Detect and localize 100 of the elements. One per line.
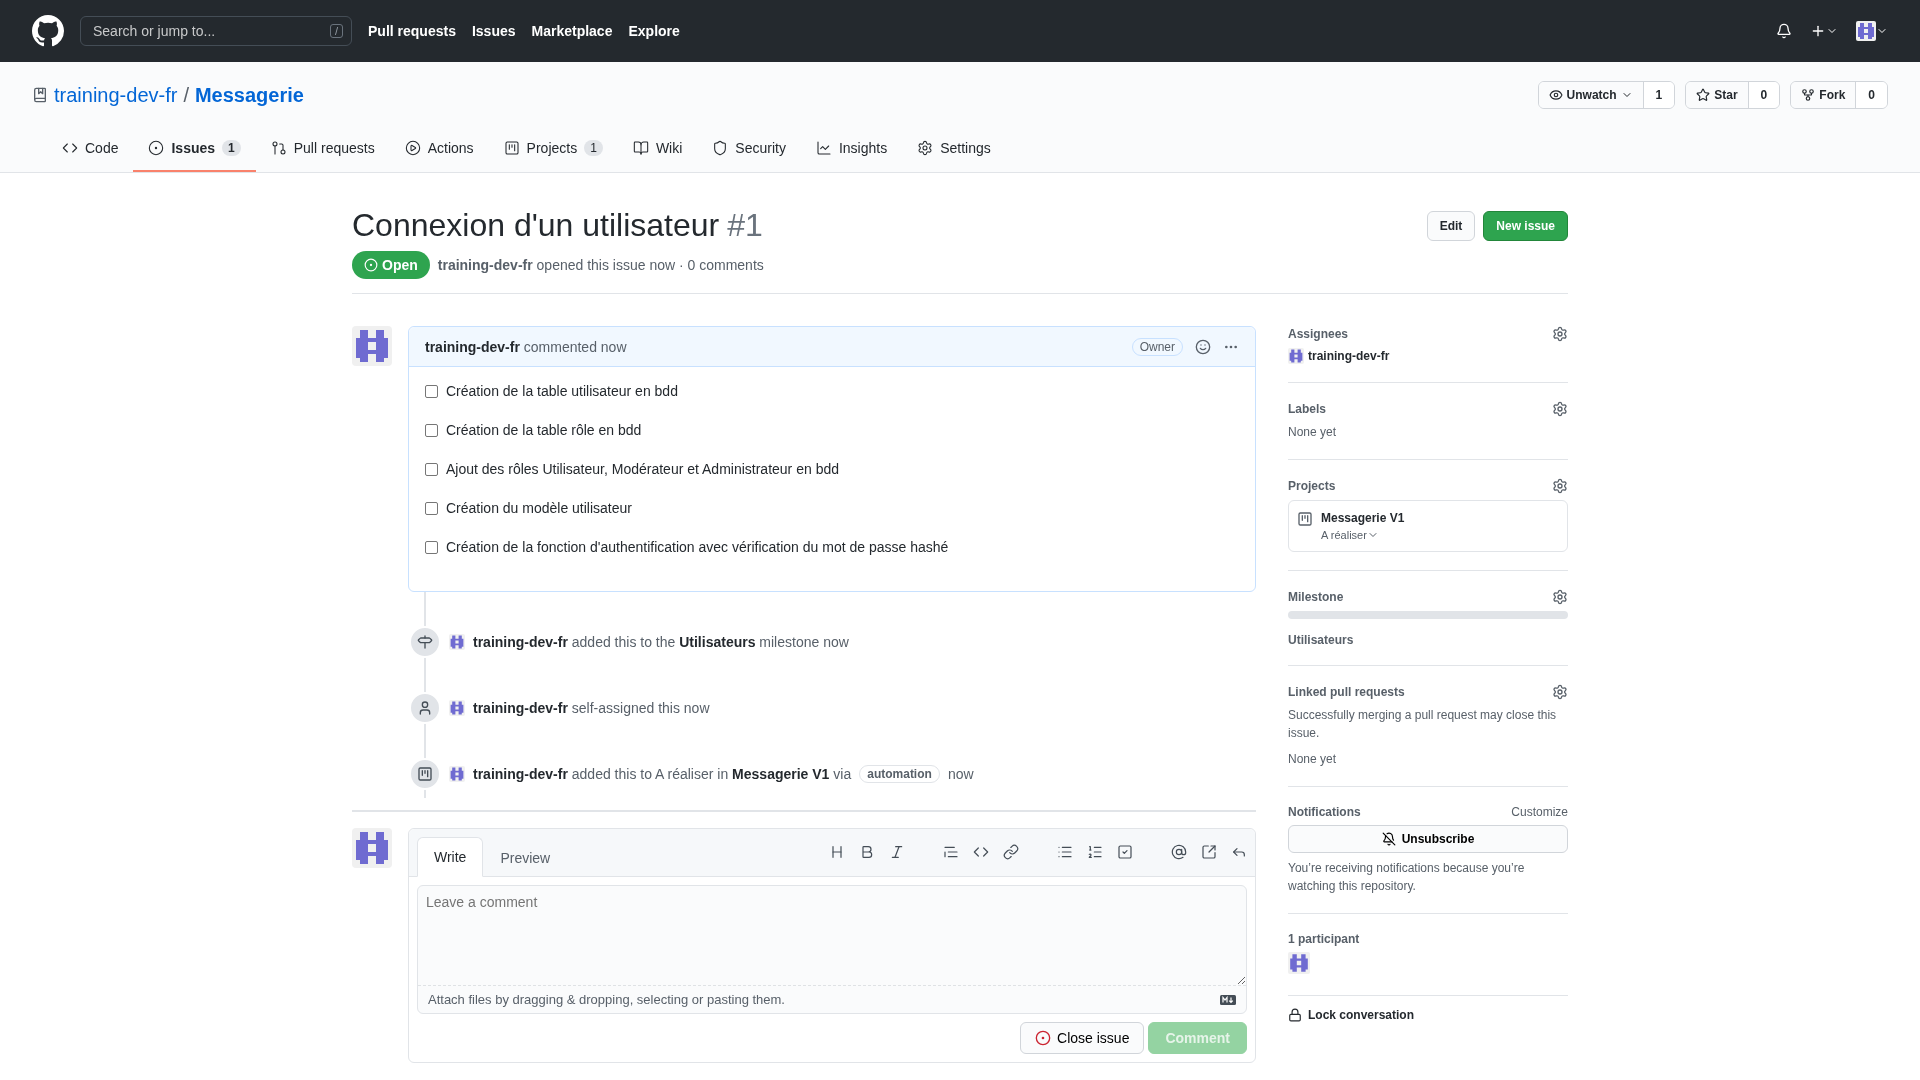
issue-icon: [1035, 1030, 1052, 1046]
project-name[interactable]: Messagerie V1: [1321, 511, 1405, 525]
avatar-icon: [1288, 952, 1310, 974]
graph-icon: [815, 140, 832, 156]
nav-link[interactable]: Explore: [628, 23, 680, 39]
owner-link[interactable]: training-dev-fr: [54, 83, 178, 107]
close-issue-button[interactable]: Close issue: [1020, 1022, 1145, 1054]
list-icon[interactable]: [1057, 844, 1073, 860]
nav-link[interactable]: Marketplace: [531, 23, 613, 39]
star-button[interactable]: Star: [1686, 82, 1749, 108]
section-title: Milestone: [1288, 590, 1344, 604]
italic-icon[interactable]: [889, 844, 905, 860]
pull-request-icon: [270, 140, 287, 156]
link-icon[interactable]: [1003, 844, 1019, 860]
section-title: Labels: [1288, 402, 1326, 416]
eye-icon: [1548, 88, 1563, 102]
task-checkbox[interactable]: [425, 540, 438, 554]
settings-icon[interactable]: [1552, 401, 1568, 417]
nav-link[interactable]: Pull requests: [368, 23, 456, 39]
empty-text: None yet: [1288, 424, 1338, 441]
task-list-icon[interactable]: [1117, 844, 1133, 860]
octocat-logo[interactable]: [32, 15, 64, 47]
task-text: Création de la fonction d'authentification avec vérification du mot de passe hashé: [446, 539, 949, 555]
shield-icon: [712, 140, 729, 156]
book-icon: [632, 140, 649, 156]
event-text: training-dev-fr self-assigned this now: [473, 700, 710, 716]
task-text: Création du modèle utilisateur: [446, 500, 632, 516]
task-checkbox[interactable]: [425, 423, 438, 437]
event-text: training-dev-fr added this to the Utilisateurs milestone now: [473, 634, 849, 650]
milestone-name[interactable]: Utilisateurs: [1288, 633, 1354, 647]
customize-link[interactable]: Customize: [1511, 805, 1568, 819]
code-icon[interactable]: [973, 844, 989, 860]
mention-icon[interactable]: [1171, 844, 1187, 860]
repo-tab[interactable]: Actions: [389, 128, 489, 172]
fork-icon: [1801, 88, 1816, 102]
task-text: Création de la table rôle en bdd: [446, 422, 642, 438]
attach-hint[interactable]: Attach files by dragging & dropping, selecting or pasting them.: [428, 992, 785, 1007]
issue-title: Connexion d'un utilisateur #1: [352, 206, 763, 245]
repo-link[interactable]: Messagerie: [194, 83, 304, 107]
search-field[interactable]: Search or jump to... /: [80, 16, 352, 46]
repo-tab[interactable]: Insights: [800, 128, 903, 172]
bold-icon[interactable]: [859, 844, 875, 860]
avatar-icon: [449, 634, 465, 650]
plus-icon[interactable]: [1810, 23, 1826, 39]
count[interactable]: 1: [1643, 82, 1675, 108]
settings-icon[interactable]: [1552, 589, 1568, 605]
repo-tab[interactable]: Security: [697, 128, 801, 172]
settings-icon[interactable]: [1552, 326, 1568, 342]
board-icon: [1297, 511, 1313, 527]
issue-meta: training-dev-fr opened this issue now · 0 comments: [437, 257, 764, 273]
event-text: training-dev-fr added this to A réaliser in Messagerie V1 via: [473, 766, 852, 782]
editor-tab[interactable]: Write: [417, 837, 484, 877]
heading-icon[interactable]: [829, 844, 845, 860]
repo-tab[interactable]: Pull requests: [255, 128, 390, 172]
star-icon: [1696, 88, 1711, 102]
nav-link[interactable]: Issues: [471, 23, 516, 39]
task-checkbox[interactable]: [425, 501, 438, 515]
board-icon: [417, 766, 433, 782]
task-checkbox[interactable]: [425, 462, 438, 476]
board-icon: [503, 140, 520, 156]
watch-button[interactable]: Unwatch: [1538, 82, 1644, 108]
repo-tab[interactable]: Settings: [902, 128, 1006, 172]
section-title: 1 participant: [1288, 932, 1360, 946]
repo-tab[interactable]: Wiki: [617, 128, 698, 172]
notifications-icon[interactable]: [1776, 23, 1792, 39]
fork-button[interactable]: Fork: [1791, 82, 1857, 108]
task-text: Ajout des rôles Utilisateur, Modérateur et Administrateur en bdd: [446, 461, 839, 477]
repo-tab[interactable]: Issues 1: [133, 128, 256, 172]
shortcut-key: /: [329, 24, 343, 38]
section-title: Notifications: [1288, 805, 1361, 819]
settings-icon[interactable]: [1552, 478, 1568, 494]
editor-tab[interactable]: Preview: [483, 837, 568, 877]
count[interactable]: 0: [1748, 82, 1780, 108]
tab-counter: 1: [584, 140, 603, 156]
notifications-note: You’re receiving notifications because you’re watching this repository.: [1288, 860, 1526, 895]
repo-tab[interactable]: Projects 1: [488, 128, 618, 172]
numbered-list-icon[interactable]: [1087, 844, 1103, 860]
path-separator: /: [183, 83, 189, 107]
settings-icon[interactable]: [1552, 684, 1568, 700]
issue-icon: [364, 258, 378, 272]
assignee-name[interactable]: training-dev-fr: [1308, 349, 1390, 363]
count[interactable]: 0: [1856, 82, 1887, 108]
lock-conversation-link[interactable]: Lock conversation: [1288, 996, 1568, 1034]
person-icon: [417, 700, 433, 716]
repo-icon: [32, 87, 48, 103]
comment-header: training-dev-fr commented now: [425, 338, 627, 355]
project-column[interactable]: A réaliser: [1321, 529, 1405, 541]
bell-off-icon: [1381, 832, 1396, 846]
task-checkbox[interactable]: [425, 384, 438, 398]
repo-tab[interactable]: Code: [47, 128, 134, 172]
emoji-icon[interactable]: [1195, 338, 1211, 355]
tab-counter: 1: [222, 140, 241, 156]
code-icon: [62, 140, 78, 156]
unsubscribe-button[interactable]: Unsubscribe: [1288, 825, 1568, 853]
comment-field[interactable]: Leave a comment Attach files by dragging & dropping, selecting or pasting them.: [417, 885, 1247, 1014]
edit-button[interactable]: Edit: [1426, 211, 1476, 241]
state-badge: Open: [352, 251, 430, 279]
section-title: Linked pull requests: [1288, 685, 1405, 699]
reference-icon[interactable]: [1201, 844, 1217, 860]
quote-icon[interactable]: [943, 844, 959, 860]
